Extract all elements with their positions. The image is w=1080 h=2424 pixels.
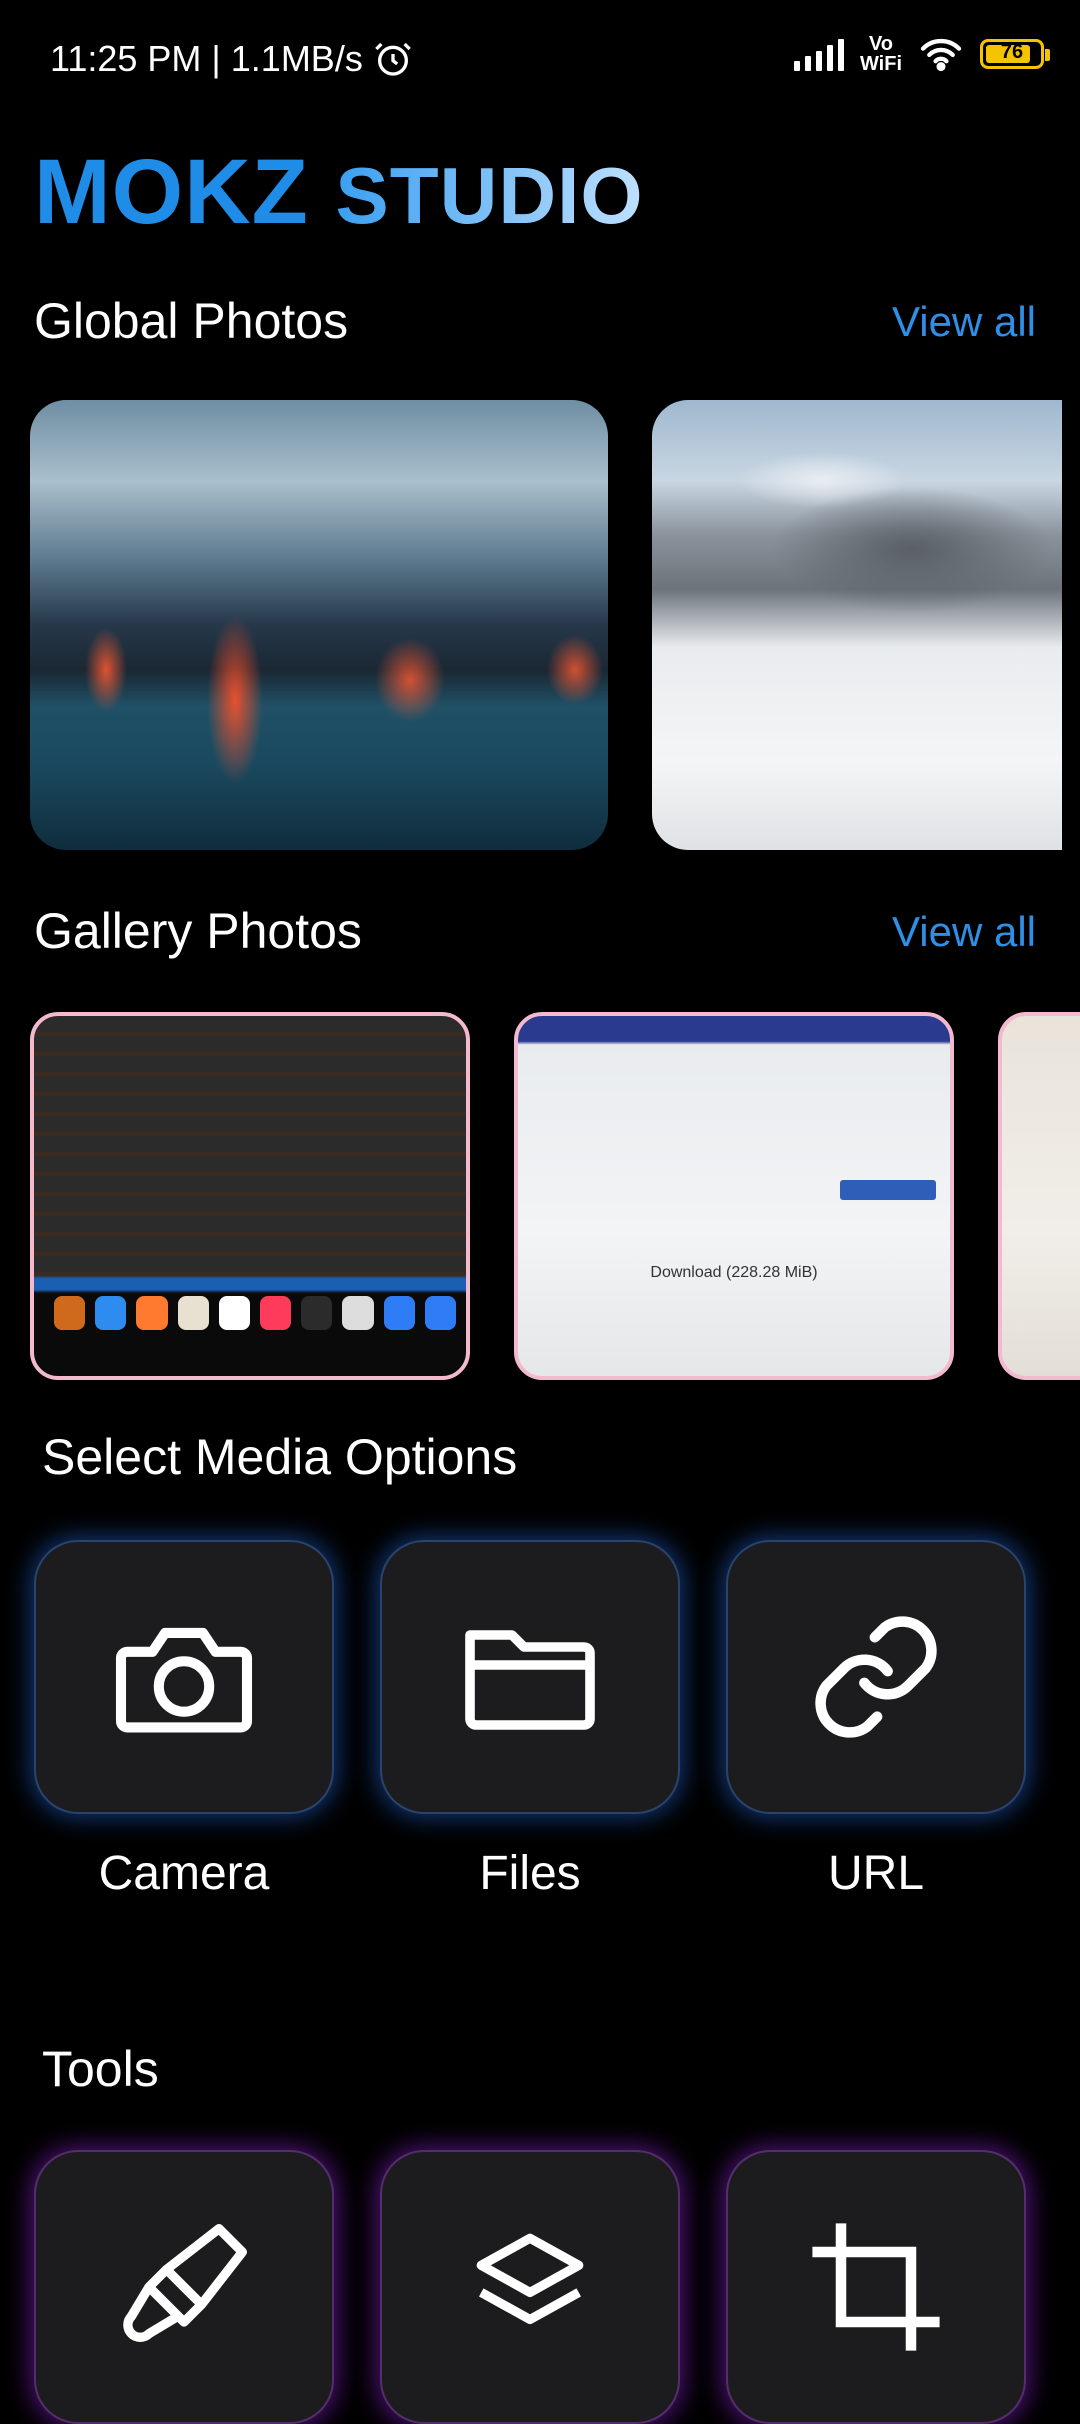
dock-image-detail [54, 1296, 457, 1336]
global-photos-title: Global Photos [34, 293, 349, 349]
url-button[interactable] [726, 1540, 1026, 1814]
app-title: MOKZ STUDIO [34, 140, 644, 245]
layers-icon [476, 2233, 584, 2325]
battery-icon: 76 [980, 39, 1050, 69]
paint-brush-icon [123, 2224, 247, 2342]
vowifi-label: Vo WiFi [859, 33, 902, 75]
status-time: 11:25 PM | 1.1MB/s [50, 38, 363, 79]
global-photo-card[interactable] [652, 400, 1062, 850]
wifi-icon [920, 38, 962, 72]
app-title-part1: MOKZ [34, 141, 309, 243]
photo-detail-button [840, 1180, 936, 1200]
signal-icon [793, 37, 844, 71]
tools-title: Tools [42, 2041, 159, 2097]
global-photo-card[interactable] [30, 400, 608, 850]
files-button[interactable] [380, 1540, 680, 1814]
url-label: URL [827, 1847, 925, 1900]
battery-level: 76 [1000, 41, 1024, 63]
gallery-photos-view-all[interactable]: View all [892, 908, 1036, 956]
gallery-photo-card[interactable] [998, 1012, 1080, 1380]
camera-icon [115, 1627, 253, 1733]
folder-icon [465, 1630, 595, 1730]
photo-detail-download-text: Download (228.28 MiB) [650, 1264, 818, 1281]
crop-icon [812, 2223, 940, 2351]
status-bar: 11:25 PM | 1.1MB/s Vo WiFi 76 [0, 0, 1080, 120]
camera-label: Camera [98, 1847, 270, 1900]
gallery-photos-title: Gallery Photos [34, 903, 362, 959]
link-icon [815, 1616, 937, 1738]
paint-tool-button[interactable] [34, 2150, 334, 2424]
alarm-icon [374, 42, 411, 76]
camera-button[interactable] [34, 1540, 334, 1814]
crop-tool-button[interactable] [726, 2150, 1026, 2424]
global-photos-view-all[interactable]: View all [892, 298, 1036, 346]
files-label: Files [479, 1847, 581, 1900]
media-options-title: Select Media Options [42, 1429, 518, 1485]
gallery-photo-card[interactable] [30, 1012, 470, 1380]
status-right: Vo WiFi 76 [793, 33, 1050, 75]
status-left: 11:25 PM | 1.1MB/s [50, 38, 413, 80]
layers-tool-button[interactable] [380, 2150, 680, 2424]
gallery-photo-card[interactable]: Download (228.28 MiB) [514, 1012, 954, 1380]
app-title-part2: STUDIO [335, 151, 644, 240]
